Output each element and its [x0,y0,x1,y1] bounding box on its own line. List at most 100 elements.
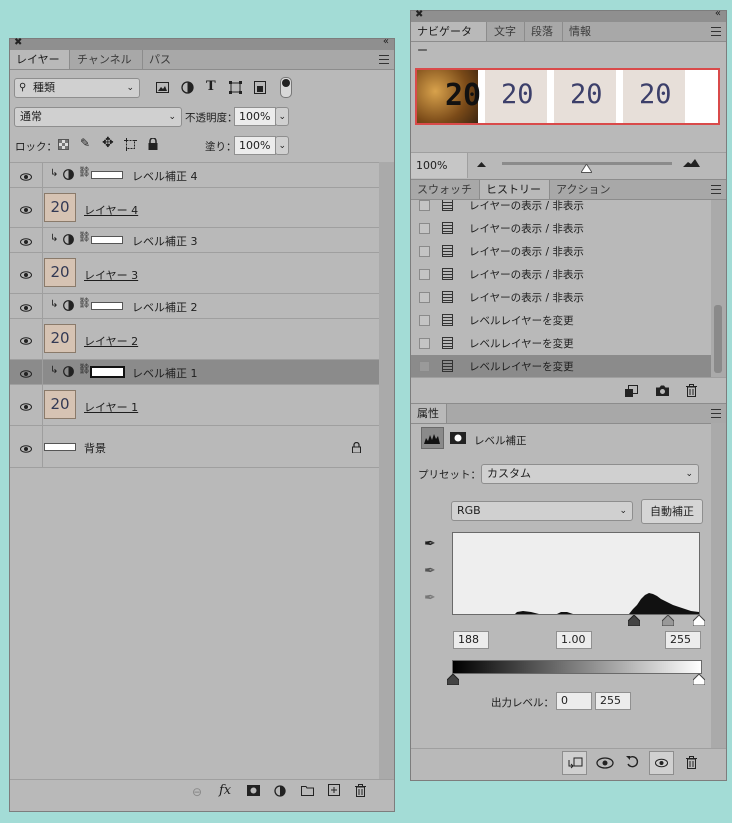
tab-actions[interactable]: アクション [550,180,626,199]
snapshot-checkbox[interactable] [419,361,430,372]
snapshot-checkbox[interactable] [419,223,430,234]
link-icon[interactable]: ⛓ [78,232,91,243]
navigator-preview[interactable]: 20 20 20 20 [415,68,720,125]
lock-all-icon[interactable] [148,138,158,150]
fill-field[interactable]: 100% [234,136,276,155]
layer-name[interactable]: レベル補正 3 [132,233,198,249]
reset-icon[interactable] [626,755,639,769]
clip-to-layer-button[interactable] [562,751,587,775]
layer-row-levels-3[interactable]: ↳ ⛓ レベル補正 3 [10,228,379,253]
tab-channels[interactable]: チャンネル [71,50,143,69]
layer-name[interactable]: レイヤー 1 [84,399,138,415]
layer-name[interactable]: レイヤー 2 [84,333,138,349]
filter-pixel-icon[interactable] [156,82,169,93]
layer-row-levels-1[interactable]: ↳ ⛓ レベル補正 1 [10,360,379,385]
history-item[interactable]: レイヤーの表示 / 非表示 [411,263,711,286]
eye-icon[interactable] [20,443,32,453]
lock-transparent-icon[interactable] [58,139,69,150]
eye-icon[interactable] [20,204,32,214]
panel-menu-icon[interactable] [711,409,721,418]
tab-swatches[interactable]: スウォッチ [411,180,480,199]
history-item-current[interactable]: レベルレイヤーを変更 [411,355,711,377]
eye-icon[interactable] [20,302,32,312]
eye-icon[interactable] [20,236,32,246]
snapshot-checkbox[interactable] [419,269,430,280]
auto-button[interactable]: 自動補正 [641,499,703,524]
history-scroll-thumb[interactable] [714,305,722,373]
toggle-visibility-button[interactable] [649,751,674,775]
layer-name[interactable]: レベル補正 2 [132,299,198,315]
layer-name[interactable]: レベル補正 4 [132,168,198,184]
trash-icon[interactable] [355,784,366,797]
channel-dropdown[interactable]: RGB ⌄ [451,501,633,521]
camera-icon[interactable] [656,385,669,396]
output-white-slider[interactable] [693,674,705,685]
layer-row-levels-2[interactable]: ↳ ⛓ レベル補正 2 [10,294,379,319]
input-white-slider[interactable] [693,615,705,626]
filter-adjustment-icon[interactable] [181,81,194,94]
layer-thumbnail[interactable]: 20 [44,390,76,419]
filter-toggle-switch[interactable] [280,77,292,98]
snapshot-checkbox[interactable] [419,246,430,257]
lock-pixels-icon[interactable]: ✎ [80,136,90,150]
eye-icon[interactable] [20,335,32,345]
output-white-field[interactable]: 255 [595,692,631,710]
new-adjustment-icon[interactable] [274,785,286,797]
history-item[interactable]: レイヤーの表示 / 非表示 [411,200,711,217]
layer-mask-thumbnail[interactable] [91,236,123,244]
tab-paths[interactable]: パス [143,50,183,69]
filter-smart-object-icon[interactable] [254,81,266,94]
fill-dropdown-button[interactable]: ⌄ [275,136,289,155]
opacity-field[interactable]: 100% [234,107,276,126]
layer-name[interactable]: レベル補正 1 [132,365,198,381]
layer-row-background[interactable]: 背景 [10,426,379,468]
snapshot-checkbox[interactable] [419,200,430,211]
tab-history[interactable]: ヒストリー [480,180,550,199]
layer-thumbnail[interactable] [44,443,76,451]
eye-icon[interactable] [20,269,32,279]
layer-thumbnail[interactable]: 20 [44,193,76,222]
lock-artboard-icon[interactable] [124,138,137,151]
mask-properties-icon[interactable] [450,432,466,444]
link-layers-icon[interactable]: ⊖ [192,785,202,799]
eye-icon[interactable] [20,171,32,181]
snapshot-checkbox[interactable] [419,315,430,326]
panel-menu-icon[interactable] [379,55,389,64]
black-point-eyedropper-icon[interactable]: ✒ [424,536,436,552]
layer-name[interactable]: レイヤー 3 [84,267,138,283]
output-black-field[interactable]: 0 [556,692,592,710]
collapse-icon[interactable]: « [383,36,389,47]
close-icon[interactable]: ✖ [415,9,423,20]
history-scrollbar[interactable] [711,200,726,377]
tab-properties[interactable]: 属性 [411,404,447,423]
zoom-in-icon[interactable] [683,159,700,167]
snapshot-checkbox[interactable] [419,338,430,349]
panel-menu-icon[interactable] [711,27,721,36]
input-white-field[interactable]: 255 [665,631,701,649]
layer-row-layer-4[interactable]: 20 レイヤー 4 [10,188,379,228]
panel-title-bar[interactable]: ✖ « [411,8,726,22]
zoom-slider-handle[interactable] [581,164,592,173]
output-black-slider[interactable] [447,674,459,685]
white-point-eyedropper-icon[interactable]: ✒ [424,590,436,606]
opacity-dropdown-button[interactable]: ⌄ [275,107,289,126]
link-icon[interactable]: ⛓ [78,167,91,178]
panel-menu-icon[interactable] [711,185,721,194]
preset-dropdown[interactable]: カスタム ⌄ [481,464,699,484]
layer-row-layer-3[interactable]: 20 レイヤー 3 [10,253,379,294]
snapshot-checkbox[interactable] [419,292,430,303]
tab-info[interactable]: 情報 [563,22,601,41]
tab-navigator[interactable]: ナビゲーター [411,22,487,57]
eye-icon[interactable] [20,368,32,378]
link-icon[interactable]: ⛓ [78,364,91,375]
filter-shape-icon[interactable] [229,81,242,94]
add-mask-icon[interactable] [247,785,260,796]
history-item[interactable]: レベルレイヤーを変更 [411,309,711,332]
layer-name[interactable]: 背景 [84,440,106,456]
new-document-from-state-icon[interactable] [625,385,638,397]
layer-mask-thumbnail[interactable] [91,302,123,310]
layer-thumbnail[interactable]: 20 [44,324,76,353]
input-gamma-slider[interactable] [662,615,674,626]
input-gamma-field[interactable]: 1.00 [556,631,592,649]
tab-layers[interactable]: レイヤー [10,50,70,69]
